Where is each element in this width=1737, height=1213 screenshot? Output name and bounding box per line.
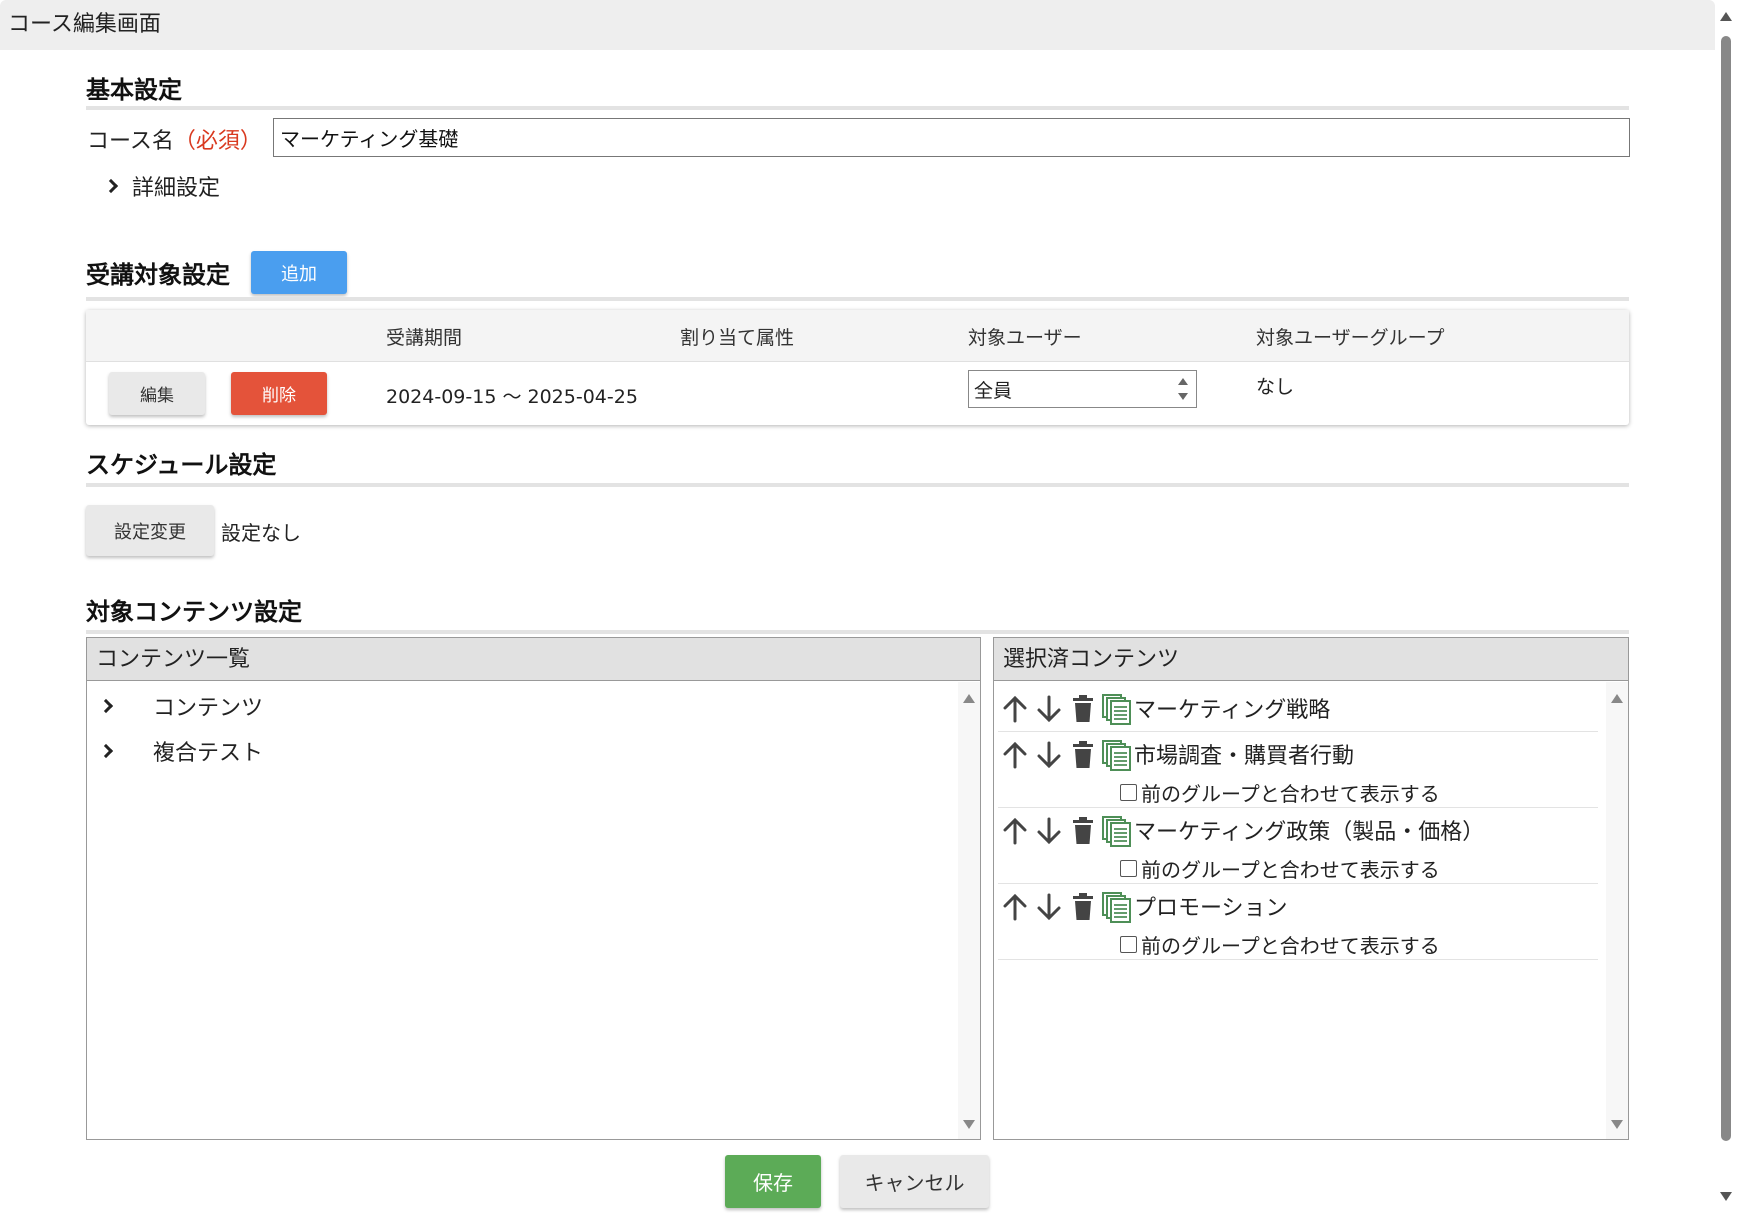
move-down-icon[interactable] bbox=[1032, 740, 1066, 770]
trash-icon[interactable] bbox=[1066, 816, 1100, 846]
chevron-right-icon[interactable] bbox=[98, 743, 114, 759]
combine-option-label: 前のグループと合わせて表示する bbox=[1141, 858, 1440, 882]
content-list-header: コンテンツ一覧 bbox=[87, 638, 980, 681]
move-down-icon[interactable] bbox=[1032, 816, 1066, 846]
trash-icon[interactable] bbox=[1066, 740, 1100, 770]
course-name-label: コース名（必須） bbox=[87, 123, 262, 155]
move-up-icon[interactable] bbox=[998, 694, 1032, 724]
schedule-settings-heading: スケジュール設定 bbox=[86, 451, 277, 479]
scroll-down-icon[interactable] bbox=[1611, 1120, 1623, 1129]
schedule-status: 設定なし bbox=[221, 521, 301, 545]
scroll-up-icon[interactable] bbox=[1720, 12, 1732, 21]
combine-checkbox[interactable] bbox=[1120, 784, 1137, 801]
detail-settings-toggle[interactable]: 詳細設定 bbox=[103, 170, 221, 202]
tree-item-label: コンテンツ bbox=[153, 696, 264, 721]
column-header-period: 受講期間 bbox=[386, 327, 463, 349]
target-settings-heading: 受講対象設定 bbox=[86, 261, 230, 289]
content-stack-icon bbox=[1100, 816, 1134, 847]
content-settings-heading: 対象コンテンツ設定 bbox=[86, 598, 302, 626]
basic-settings-heading: 基本設定 bbox=[86, 76, 182, 104]
target-user-select[interactable]: 全員 bbox=[968, 370, 1197, 408]
selected-content-name: プロモーション bbox=[1134, 896, 1288, 921]
scroll-up-icon[interactable] bbox=[963, 694, 975, 703]
tree-item-composite-test[interactable]: 複合テスト bbox=[98, 735, 264, 767]
selected-content-name: マーケティング政策（製品・価格） bbox=[1134, 820, 1485, 845]
content-stack-icon bbox=[1100, 694, 1134, 725]
move-down-icon[interactable] bbox=[1032, 892, 1066, 922]
combine-with-previous-option[interactable]: 前のグループと合わせて表示する bbox=[1120, 854, 1440, 883]
course-name-input[interactable] bbox=[273, 118, 1630, 157]
content-list-panel: コンテンツ一覧 コンテンツ 複合テスト bbox=[86, 637, 981, 1140]
row-actions bbox=[998, 892, 1134, 923]
table-header: 受講期間 割り当て属性 対象ユーザー 対象ユーザーグループ bbox=[86, 310, 1629, 362]
chevron-right-icon[interactable] bbox=[98, 698, 114, 714]
spinner-up-icon[interactable] bbox=[1178, 378, 1188, 385]
combine-with-previous-option[interactable]: 前のグループと合わせて表示する bbox=[1120, 778, 1440, 807]
selected-content-row: 市場調査・購買者行動前のグループと合わせて表示する bbox=[998, 732, 1598, 808]
trash-icon[interactable] bbox=[1066, 892, 1100, 922]
period-value: 2024-09-15 ～ 2025-04-25 bbox=[386, 386, 638, 408]
selected-content-panel: 選択済コンテンツ マーケティング戦略 市場調査・購買者行動前のグループと合わせて表… bbox=[993, 637, 1629, 1140]
content-stack-icon bbox=[1100, 740, 1134, 771]
selected-content-name: マーケティング戦略 bbox=[1134, 698, 1331, 723]
window-scrollbar[interactable] bbox=[1715, 0, 1737, 1213]
column-header-user-group: 対象ユーザーグループ bbox=[1256, 327, 1445, 349]
selected-content-header: 選択済コンテンツ bbox=[994, 638, 1628, 681]
move-down-icon[interactable] bbox=[1032, 694, 1066, 724]
chevron-right-icon bbox=[103, 178, 119, 194]
combine-option-label: 前のグループと合わせて表示する bbox=[1141, 782, 1440, 806]
window-title: コース編集画面 bbox=[0, 0, 1715, 50]
scroll-thumb[interactable] bbox=[1721, 36, 1731, 1141]
add-target-button[interactable]: 追加 bbox=[251, 251, 347, 294]
move-up-icon[interactable] bbox=[998, 816, 1032, 846]
scroll-down-icon[interactable] bbox=[963, 1120, 975, 1129]
column-header-attribute: 割り当て属性 bbox=[680, 327, 795, 349]
save-button[interactable]: 保存 bbox=[725, 1155, 821, 1208]
scroll-down-icon[interactable] bbox=[1720, 1192, 1732, 1201]
trash-icon[interactable] bbox=[1066, 694, 1100, 724]
schedule-change-button[interactable]: 設定変更 bbox=[86, 505, 214, 556]
target-table: 受講期間 割り当て属性 対象ユーザー 対象ユーザーグループ 編集 削除 2024… bbox=[86, 310, 1629, 425]
selected-content-name: 市場調査・購買者行動 bbox=[1134, 744, 1355, 769]
cancel-button[interactable]: キャンセル bbox=[840, 1155, 989, 1208]
section-divider bbox=[86, 106, 1629, 110]
detail-settings-label: 詳細設定 bbox=[132, 176, 221, 201]
tree-item-label: 複合テスト bbox=[153, 741, 264, 766]
row-actions bbox=[998, 740, 1134, 771]
combine-option-label: 前のグループと合わせて表示する bbox=[1141, 934, 1440, 958]
selected-content-row: マーケティング戦略 bbox=[998, 686, 1598, 732]
section-divider bbox=[86, 483, 1629, 487]
spinner-down-icon[interactable] bbox=[1178, 393, 1188, 400]
selected-content-row: マーケティング政策（製品・価格） 前のグループと合わせて表示する bbox=[998, 808, 1598, 884]
target-user-selected: 全員 bbox=[974, 380, 1013, 402]
column-header-user: 対象ユーザー bbox=[968, 327, 1082, 349]
required-marker: （必須） bbox=[173, 129, 262, 154]
content-list-scrollbar[interactable] bbox=[958, 682, 980, 1139]
combine-checkbox[interactable] bbox=[1120, 860, 1137, 877]
course-name-label-text: コース名 bbox=[87, 129, 174, 154]
combine-with-previous-option[interactable]: 前のグループと合わせて表示する bbox=[1120, 930, 1440, 959]
scroll-up-icon[interactable] bbox=[1611, 694, 1623, 703]
edit-button[interactable]: 編集 bbox=[109, 372, 205, 415]
row-actions bbox=[998, 694, 1134, 725]
delete-button[interactable]: 削除 bbox=[231, 372, 327, 415]
selected-content-row: プロモーション前のグループと合わせて表示する bbox=[998, 884, 1598, 960]
user-group-value: なし bbox=[1256, 376, 1295, 398]
combine-checkbox[interactable] bbox=[1120, 936, 1137, 953]
section-divider bbox=[86, 297, 1629, 301]
selected-list-scrollbar[interactable] bbox=[1606, 682, 1628, 1139]
tree-item-contents[interactable]: コンテンツ bbox=[98, 690, 264, 722]
move-up-icon[interactable] bbox=[998, 892, 1032, 922]
content-stack-icon bbox=[1100, 892, 1134, 923]
move-up-icon[interactable] bbox=[998, 740, 1032, 770]
row-actions bbox=[998, 816, 1134, 847]
section-divider bbox=[86, 630, 1629, 634]
